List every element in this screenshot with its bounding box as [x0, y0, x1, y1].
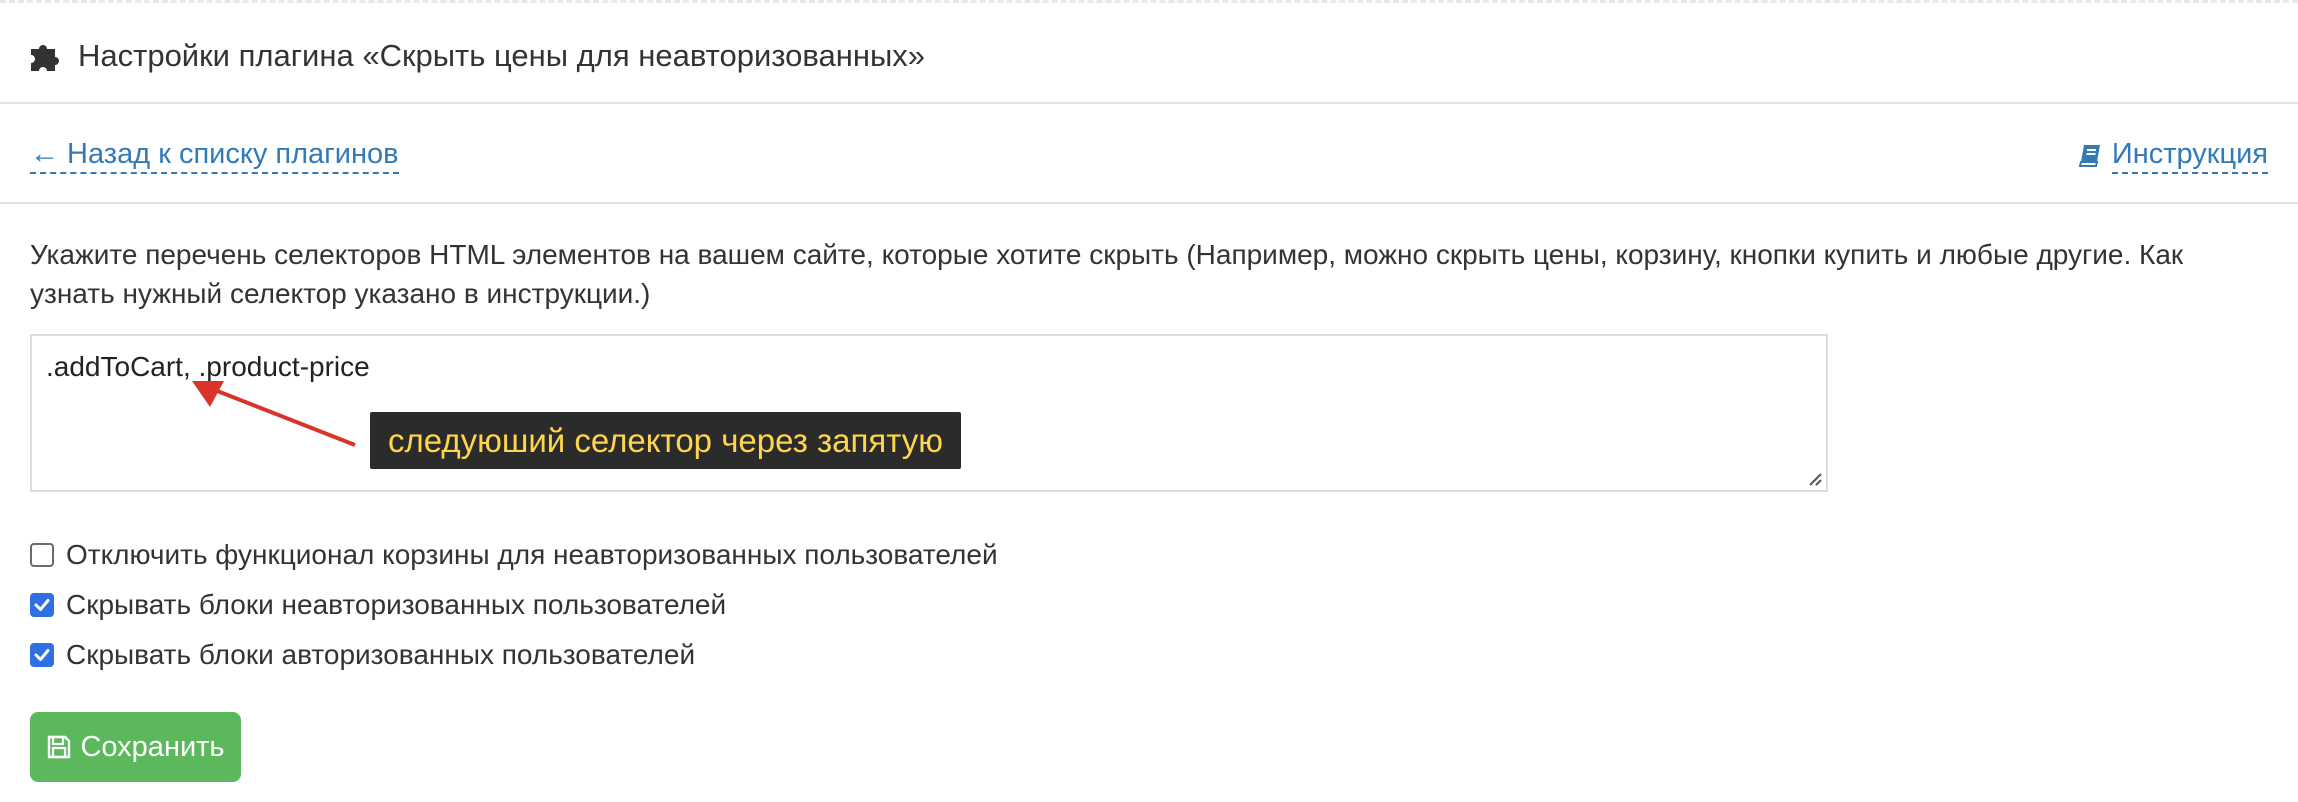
- save-button[interactable]: Сохранить: [30, 712, 241, 782]
- manual-link-wrap[interactable]: Инструкция: [2078, 136, 2268, 174]
- hide-auth-blocks-checkbox[interactable]: [30, 643, 54, 667]
- puzzle-icon: [31, 45, 59, 71]
- back-to-plugins-link[interactable]: ← Назад к списку плагинов: [30, 136, 399, 174]
- plugin-settings-panel: Настройки плагина «Скрыть цены для неавт…: [0, 0, 2298, 802]
- checkbox-label: Отключить функционал корзины для неавтор…: [66, 539, 998, 570]
- checkbox-row-hide-unauth-blocks[interactable]: Скрывать блоки неавторизованных пользова…: [30, 587, 726, 623]
- save-button-label: Сохранить: [80, 730, 225, 763]
- checkbox-row-disable-cart[interactable]: Отключить функционал корзины для неавтор…: [30, 537, 998, 573]
- disable-cart-checkbox[interactable]: [30, 543, 54, 567]
- selectors-description: Укажите перечень селекторов HTML элемент…: [30, 239, 2184, 309]
- floppy-disk-icon: [48, 735, 71, 759]
- checkmark-icon: [34, 599, 50, 611]
- annotation-callout: следуюший селектор через запятую: [370, 412, 961, 469]
- hide-unauth-blocks-checkbox[interactable]: [30, 593, 54, 617]
- page-title: Настройки плагина «Скрыть цены для неавт…: [78, 38, 926, 73]
- checkbox-label: Скрывать блоки неавторизованных пользова…: [66, 589, 727, 620]
- checkmark-icon: [34, 649, 50, 661]
- manual-link[interactable]: Инструкция: [2111, 136, 2268, 174]
- book-icon: [2078, 145, 2100, 167]
- checkbox-row-hide-auth-blocks[interactable]: Скрывать блоки авторизованных пользовате…: [30, 637, 695, 673]
- nav-row: ← Назад к списку плагинов Инструкция: [0, 104, 2298, 204]
- panel-heading: Настройки плагина «Скрыть цены для неавт…: [0, 6, 2298, 104]
- resize-handle-icon[interactable]: [1806, 470, 1822, 486]
- annotation-arrow-icon: [192, 381, 356, 447]
- checkbox-label: Скрывать блоки авторизованных пользовате…: [66, 639, 696, 670]
